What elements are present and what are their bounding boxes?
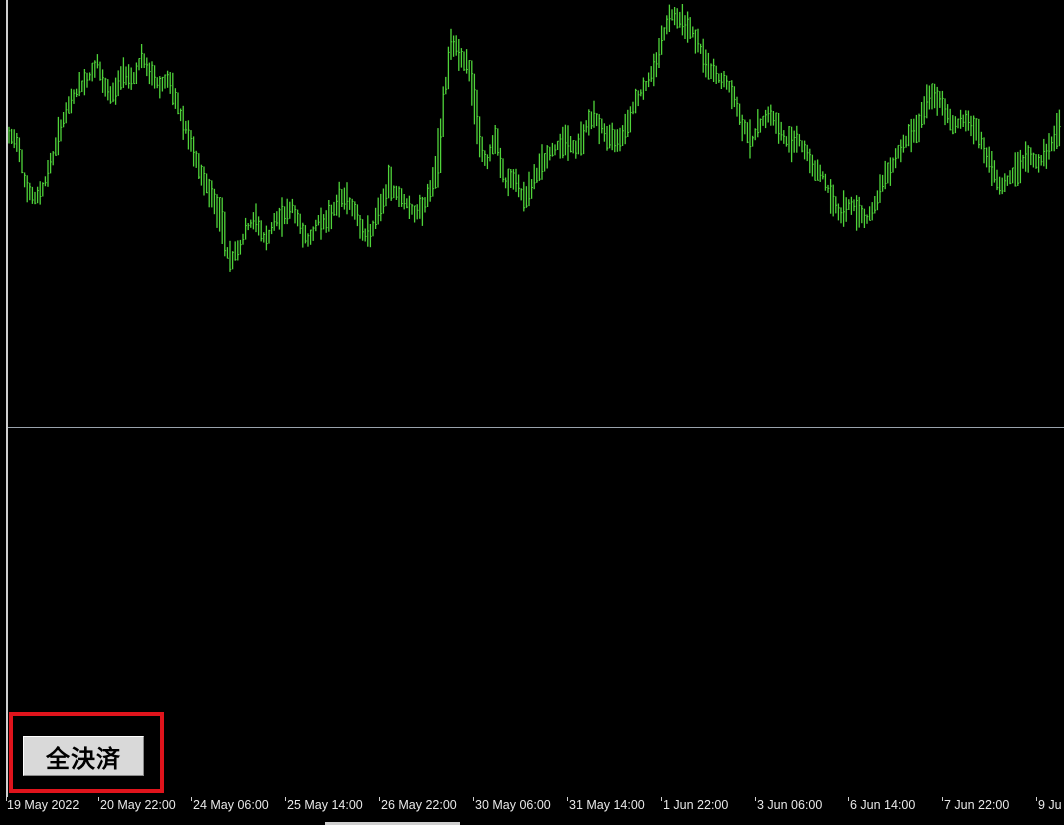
time-label: 19 May 2022	[7, 798, 80, 812]
time-label: 25 May 14:00	[287, 798, 363, 812]
time-axis: 19 May 2022 20 May 22:00 24 May 06:00 25…	[0, 797, 1064, 825]
price-bars	[8, 4, 1061, 272]
time-tick	[661, 797, 662, 801]
time-label: 9 Ju	[1038, 798, 1062, 812]
subwindow-separator[interactable]	[8, 427, 1064, 428]
time-tick	[379, 797, 380, 801]
time-tick	[942, 797, 943, 801]
time-tick	[755, 797, 756, 801]
time-label: 3 Jun 06:00	[757, 798, 823, 812]
time-label: 7 Jun 22:00	[944, 798, 1010, 812]
time-tick	[473, 797, 474, 801]
time-label: 24 May 06:00	[193, 798, 269, 812]
time-tick	[567, 797, 568, 801]
time-tick	[98, 797, 99, 801]
time-label: 6 Jun 14:00	[850, 798, 916, 812]
price-chart	[8, 4, 1061, 272]
time-label: 26 May 22:00	[381, 798, 457, 812]
time-tick	[1036, 797, 1037, 801]
chart-window[interactable]: 全決済 19 May 2022 20 May 22:00 24 May 06:0…	[0, 0, 1064, 825]
time-tick	[285, 797, 286, 801]
time-tick	[848, 797, 849, 801]
close-all-button[interactable]: 全決済	[23, 736, 144, 776]
time-label: 20 May 22:00	[100, 798, 176, 812]
time-label: 31 May 14:00	[569, 798, 645, 812]
time-label: 30 May 06:00	[475, 798, 551, 812]
time-tick	[191, 797, 192, 801]
time-label: 1 Jun 22:00	[663, 798, 729, 812]
